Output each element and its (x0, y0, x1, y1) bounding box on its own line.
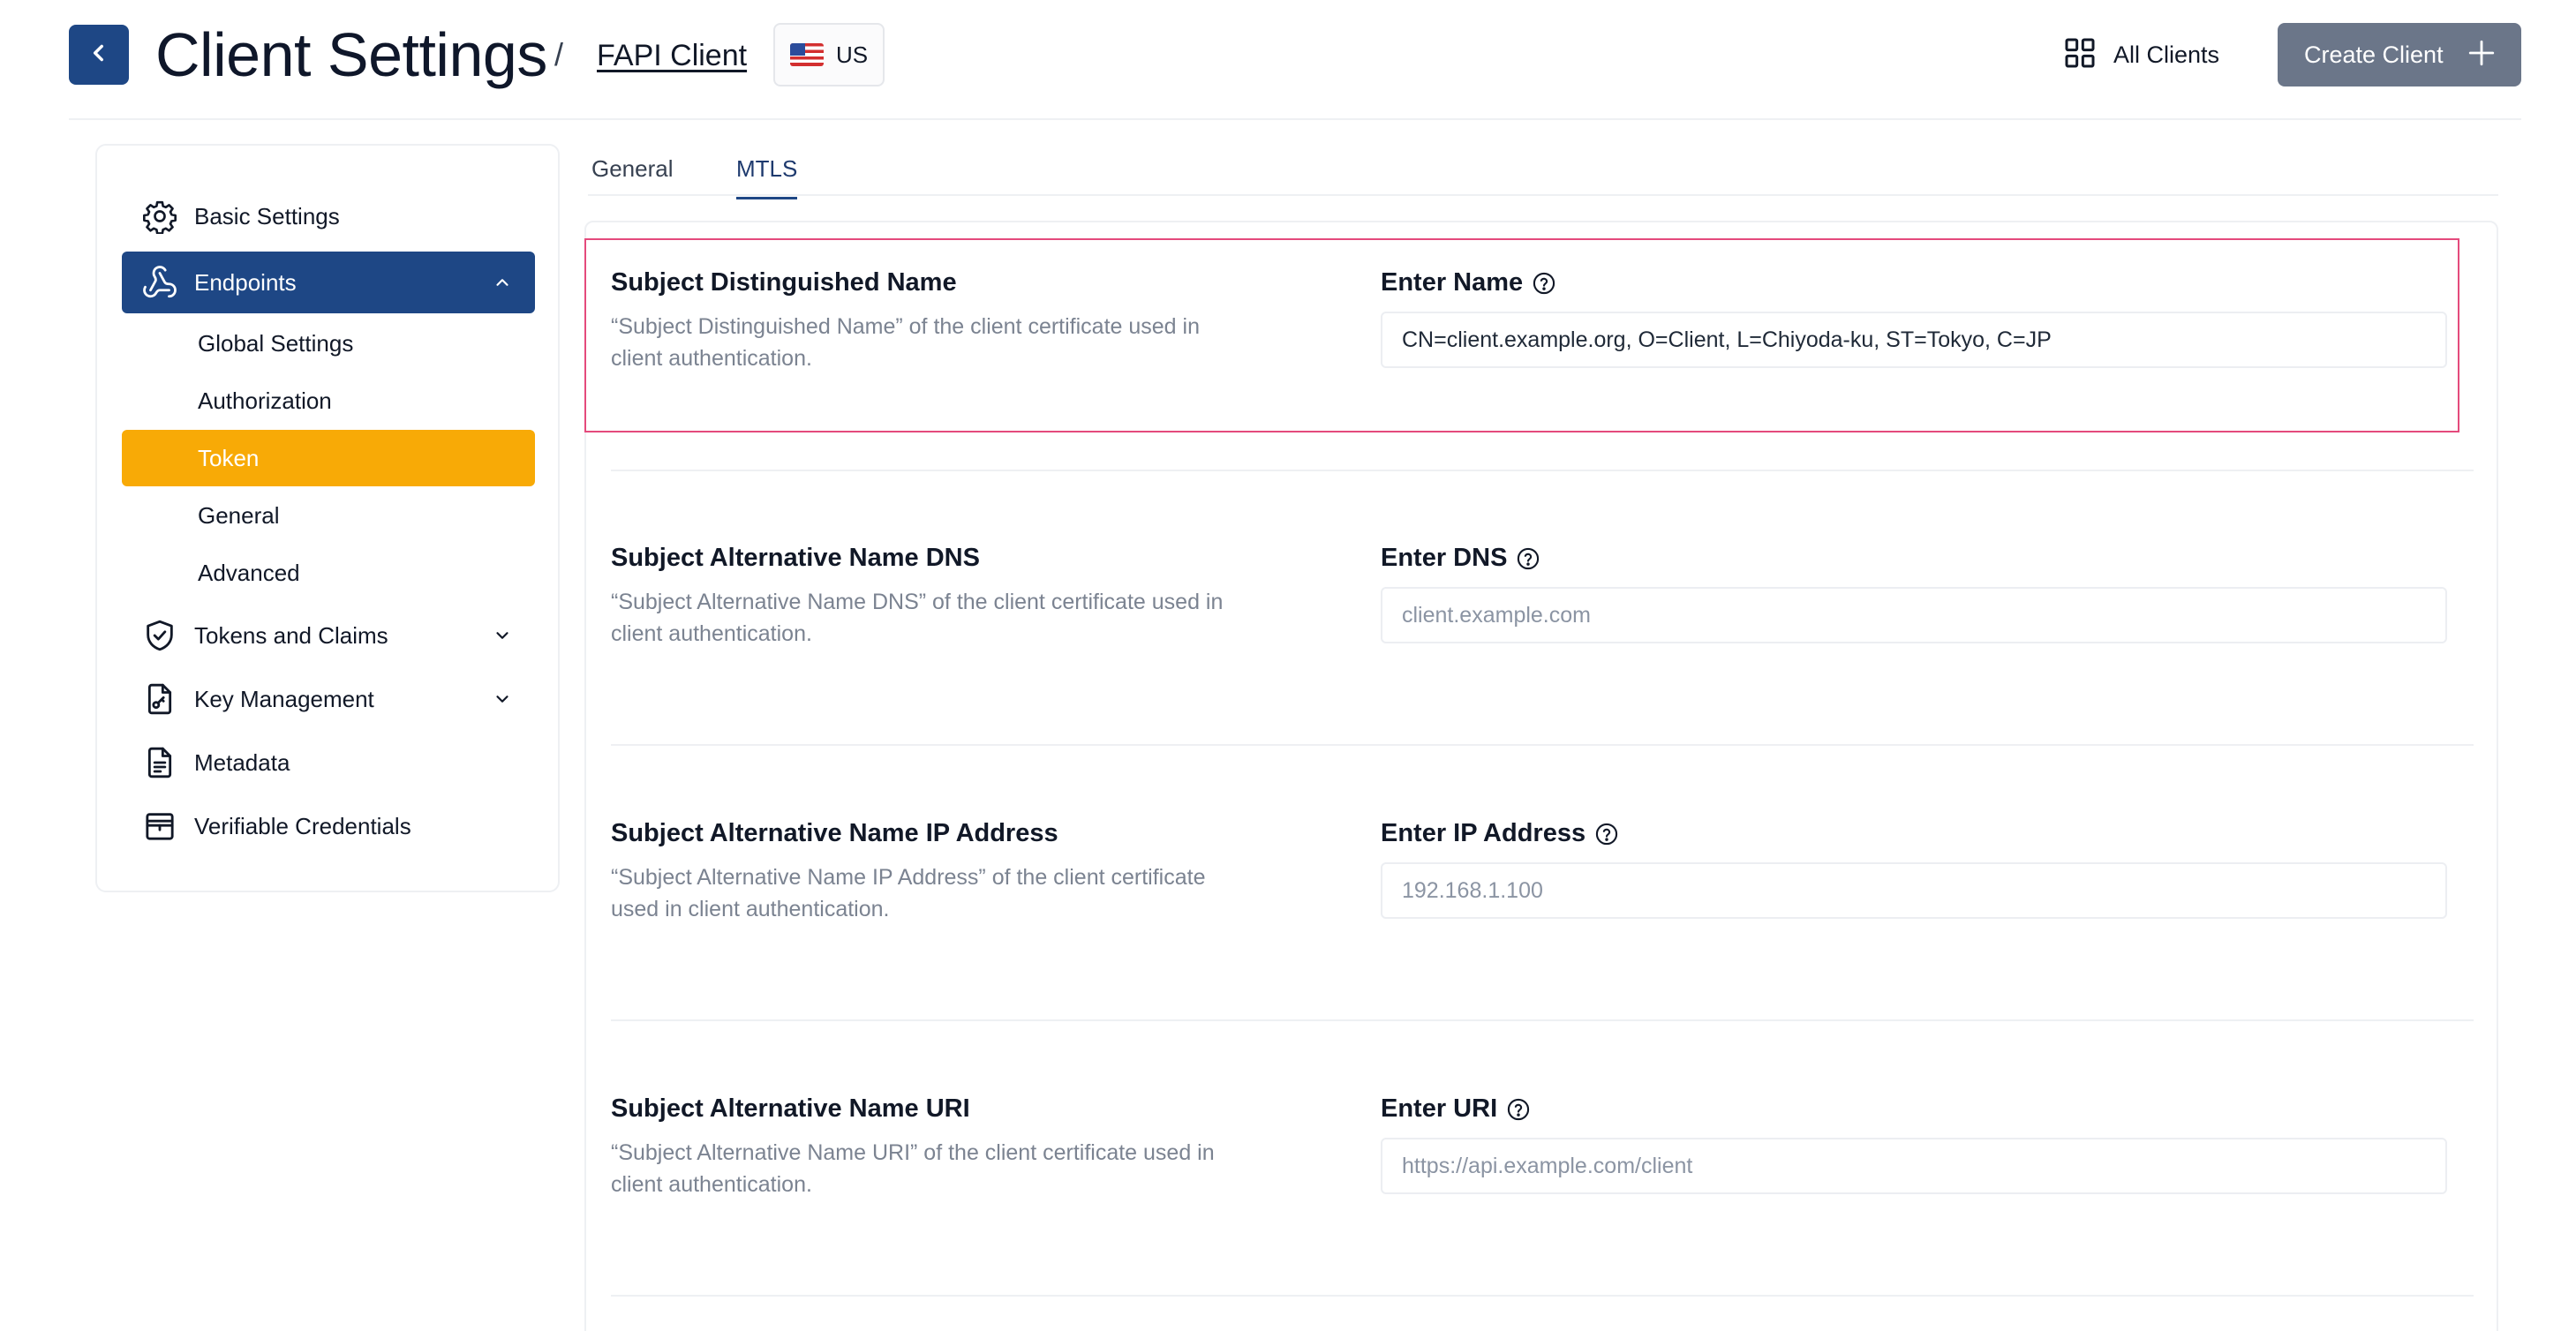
sidebar-item-metadata[interactable]: Metadata (122, 732, 535, 793)
sidebar-subitem-global-settings[interactable]: Global Settings (122, 315, 535, 372)
plus-icon (2467, 38, 2497, 72)
page-header: Client Settings / FAPI Client US All Cli… (0, 0, 2576, 120)
sidebar-item-label: Key Management (194, 685, 374, 712)
section-divider (611, 1019, 2474, 1021)
sidebar-item-tokens-and-claims[interactable]: Tokens and Claims (122, 605, 535, 666)
sidebar-item-key-management[interactable]: Key Management (122, 668, 535, 730)
sidebar-item-label: Metadata (194, 748, 290, 776)
chevron-down-icon[interactable] (491, 688, 514, 711)
section-title: Subject Alternative Name IP Address (611, 819, 1058, 847)
field-label-text: Enter IP Address (1381, 819, 1586, 847)
san-uri-input[interactable] (1381, 1138, 2447, 1194)
create-client-button[interactable]: Create Client (2278, 23, 2521, 86)
section-description: “Subject Alternative Name DNS” of the cl… (611, 590, 1224, 646)
subject-dn-input[interactable] (1381, 312, 2447, 368)
question-circle-icon[interactable] (1532, 271, 1556, 296)
sidebar-item-label: Tokens and Claims (194, 621, 388, 649)
question-circle-icon[interactable] (1594, 822, 1619, 846)
sidebar: Basic Settings Endpoints Global Settings… (95, 144, 560, 892)
sidebar-item-label: Endpoints (194, 268, 297, 296)
client-name-link[interactable]: FAPI Client (597, 34, 747, 78)
chevron-down-icon[interactable] (491, 624, 514, 647)
wallet-icon (141, 808, 178, 845)
sidebar-subitem-general[interactable]: General (122, 487, 535, 544)
sidebar-item-verifiable-credentials[interactable]: Verifiable Credentials (122, 795, 535, 857)
section-description: “Subject Alternative Name URI” of the cl… (611, 1140, 1215, 1197)
section-description: “Subject Alternative Name IP Address” of… (611, 865, 1206, 921)
sidebar-item-label: Verifiable Credentials (194, 812, 411, 839)
all-clients-label: All Clients (2113, 41, 2220, 68)
us-flag-icon (789, 43, 824, 66)
key-document-icon (141, 681, 178, 718)
back-button[interactable] (69, 25, 129, 85)
webhook-icon (141, 264, 178, 301)
chevron-up-icon[interactable] (491, 271, 514, 294)
sidebar-subitem-advanced[interactable]: Advanced (122, 545, 535, 601)
section-description: “Subject Distinguished Name” of the clie… (611, 314, 1200, 371)
grid-icon (2062, 35, 2098, 75)
section-title: Subject Alternative Name URI (611, 1094, 970, 1123)
shield-check-icon (141, 617, 178, 654)
field-label-text: Enter URI (1381, 1094, 1498, 1123)
question-circle-icon[interactable] (1516, 546, 1540, 571)
section-title: Subject Alternative Name DNS (611, 544, 980, 572)
field-label-text: Enter Name (1381, 268, 1524, 297)
sidebar-subitem-token[interactable]: Token (122, 430, 535, 486)
section-divider (611, 470, 2474, 471)
question-circle-icon[interactable] (1506, 1097, 1531, 1122)
chevron-left-icon (87, 41, 110, 69)
field-label: Enter URI (1381, 1094, 1531, 1124)
tab-mtls[interactable]: MTLS (736, 155, 798, 199)
san-dns-input[interactable] (1381, 587, 2447, 643)
field-label: Enter IP Address (1381, 819, 1619, 848)
field-label: Enter Name (1381, 268, 1556, 297)
sidebar-item-label: Basic Settings (194, 202, 340, 229)
gear-icon (141, 198, 178, 235)
all-clients-button[interactable]: All Clients (2062, 34, 2219, 76)
sidebar-item-basic-settings[interactable]: Basic Settings (122, 185, 535, 247)
sidebar-item-endpoints[interactable]: Endpoints (122, 252, 535, 313)
section-title: Subject Distinguished Name (611, 268, 957, 297)
region-badge[interactable]: US (773, 23, 885, 86)
tab-general[interactable]: General (591, 155, 674, 197)
header-divider (69, 118, 2521, 120)
field-label: Enter DNS (1381, 544, 1540, 573)
page-title: Client Settings (155, 20, 547, 89)
create-client-label: Create Client (2304, 41, 2444, 68)
document-text-icon (141, 744, 178, 781)
section-divider (611, 744, 2474, 746)
section-divider (611, 1295, 2474, 1297)
breadcrumb-separator: / (554, 36, 564, 72)
field-label-text: Enter DNS (1381, 544, 1508, 572)
region-label: US (835, 41, 869, 68)
sidebar-subitem-authorization[interactable]: Authorization (122, 372, 535, 429)
san-ip-address-input[interactable] (1381, 862, 2447, 919)
tab-bar: General MTLS (588, 148, 2498, 199)
